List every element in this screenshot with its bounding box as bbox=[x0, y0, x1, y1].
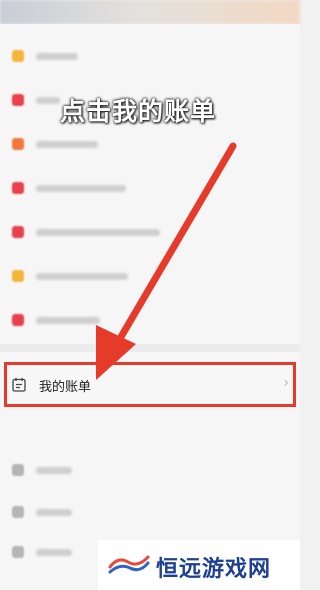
watermark: 恒远游戏网 bbox=[98, 540, 300, 590]
watermark-logo bbox=[108, 555, 150, 574]
callout-text: 点击我的账单 bbox=[60, 97, 217, 126]
annotation-arrow bbox=[96, 142, 237, 380]
watermark-text: 恒远游戏网 bbox=[156, 556, 272, 582]
